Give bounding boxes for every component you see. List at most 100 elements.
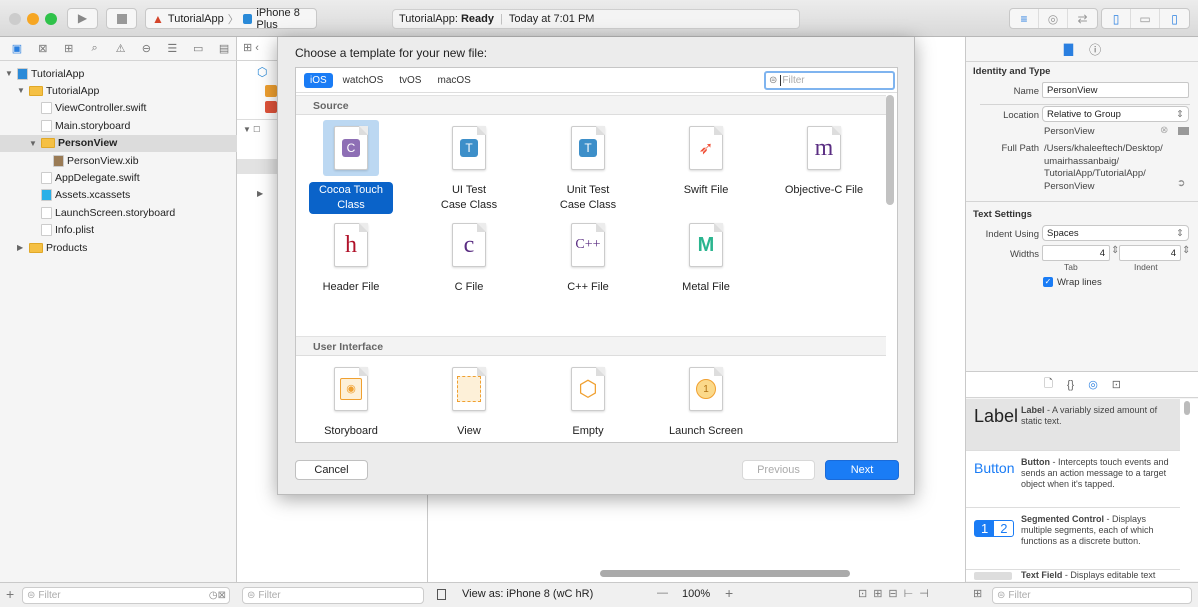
library-item[interactable]: 1 2 Segmented Control - Displays multiple … [966,508,1180,570]
object-library-icon[interactable]: ◎ [1088,378,1098,391]
tree-item[interactable]: PersonView.xib [0,152,237,169]
template-item[interactable]: ➶ Swift File [651,120,761,199]
indent-stepper[interactable]: ⇕ [1182,245,1190,256]
folder-icon[interactable]: ▣ [4,42,30,55]
platform-tab-tvos[interactable]: tvOS [393,73,427,88]
navigator-filter-input[interactable]: ⊜ Filter ◷⊠ [22,587,230,604]
template-item[interactable]: T UI Test Case Class [414,120,524,214]
template-item[interactable]: c C File [414,217,524,296]
debug-icon[interactable]: ☰ [159,42,185,55]
disclosure-triangle[interactable]: ▼ [29,139,38,148]
tree-item[interactable]: Info.plist [0,222,237,239]
template-item[interactable]: C++ C++ File [533,217,643,296]
stepper-icon: ⇕ [1176,109,1184,120]
library-scrollbar[interactable] [1184,401,1190,415]
previous-button[interactable]: Previous [742,460,815,480]
assistant-editor-icon[interactable]: ◎ [1039,9,1068,28]
report-icon[interactable]: ▤ [211,42,237,55]
template-item[interactable]: T Unit Test Case Class [533,120,643,214]
template-item[interactable]: C Cocoa Touch Class [296,120,406,214]
disclosure-triangle[interactable]: ▼ [5,69,14,78]
template-item[interactable]: M Metal File [651,217,761,296]
library-item[interactable]: Text Field - Displays editable text [966,570,1180,581]
tree-item[interactable]: ▼ PersonView [0,134,237,152]
library-filter-input[interactable]: ⊜ Filter [992,587,1192,604]
grid-view-icon[interactable]: ⊞ [973,587,982,600]
template-item[interactable]: h Header File [296,217,406,296]
template-scrollbar[interactable] [886,95,894,205]
indent-using-select[interactable]: Spaces ⇕ [1042,225,1189,241]
disclosure-triangle[interactable]: ▶ [257,189,263,198]
reveal-arrow-icon[interactable]: ➲ [1177,178,1185,189]
disclosure-triangle[interactable]: ▶ [17,243,26,252]
file-template-icon[interactable]: 🗋 [1044,375,1053,394]
template-icon: ⬡ [560,361,616,417]
editor-mode-control[interactable]: ≡ ◎ ⇄ [1009,8,1098,29]
platform-tab-macos[interactable]: macOS [431,73,476,88]
document-outline-toggle-icon[interactable] [437,589,446,600]
cancel-button[interactable]: Cancel [295,460,368,480]
recent-files-icon[interactable]: ◷⊠ [209,590,229,601]
library-item[interactable]: Button Button - Intercepts touch events a… [966,451,1180,508]
scheme-selector[interactable]: ▲ TutorialApp 〉 iPhone 8 Plus [145,6,317,31]
template-item[interactable]: ⬡ Empty [533,361,643,440]
media-library-icon[interactable]: ⊡ [1112,378,1121,391]
fullpath-label: Full Path [1001,143,1040,154]
folder-icon[interactable] [1178,127,1189,135]
disclosure-triangle[interactable]: ▼ [17,86,26,95]
close-window-button[interactable] [9,13,21,25]
wrap-lines-checkbox[interactable]: ✓ [1043,277,1053,287]
outline-filter-input[interactable]: ⊜ Filter [242,587,424,604]
help-icon[interactable]: ⓘ [1089,41,1101,58]
zoom-window-button[interactable] [45,13,57,25]
scheme-device: iPhone 8 Plus [256,6,300,31]
clear-icon[interactable]: ⊗ [1160,125,1168,136]
layout-tools-icons[interactable]: ⊡⊞⊟⊢⊣ [858,587,935,600]
navigator-toggle-icon[interactable]: ▯ [1102,9,1131,28]
view-as-device[interactable]: View as: iPhone 8 (wC hR) [462,588,593,600]
template-item[interactable]: m Objective-C File [769,120,879,199]
tree-item[interactable]: Assets.xcassets [0,187,237,204]
version-editor-icon[interactable]: ⇄ [1068,9,1097,28]
template-item[interactable]: ◉ Storyboard [296,361,406,440]
minimize-window-button[interactable] [27,13,39,25]
tree-item[interactable]: ▼ TutorialApp [0,82,237,99]
platform-tab-watchos[interactable]: watchOS [337,73,390,88]
disclosure-triangle[interactable]: ▼ ☐ [243,125,260,134]
zoom-in-button[interactable]: + [725,585,733,601]
source-control-icon[interactable]: ⊠ [30,42,56,55]
code-snippet-icon[interactable]: {} [1067,379,1074,391]
indent-width-field[interactable]: 4 [1119,245,1181,261]
tree-item[interactable]: ▼ TutorialApp [0,65,237,82]
name-field[interactable]: PersonView [1042,82,1189,98]
stop-button[interactable] [106,8,137,29]
symbol-icon[interactable]: ⊞ [56,42,82,55]
tree-item[interactable]: LaunchScreen.storyboard [0,204,237,221]
debug-area-toggle-icon[interactable]: ▭ [1131,9,1160,28]
inspector-toggle-icon[interactable]: ▯ [1160,9,1189,28]
tree-item[interactable]: ViewController.swift [0,100,237,117]
panel-toggle-control[interactable]: ▯ ▭ ▯ [1101,8,1190,29]
location-select[interactable]: Relative to Group ⇕ [1042,106,1189,122]
library-item[interactable]: Label Label - A variably sized amount of … [966,399,1180,451]
template-item[interactable]: View [414,361,524,440]
standard-editor-icon[interactable]: ≡ [1010,9,1039,28]
next-button[interactable]: Next [825,460,899,480]
platform-tab-ios[interactable]: iOS [304,72,333,88]
add-icon[interactable]: + [6,586,14,602]
tree-item[interactable]: AppDelegate.swift [0,169,237,186]
template-item[interactable]: 1 Launch Screen [651,361,761,440]
zoom-out-button[interactable]: — [657,587,668,599]
template-icon: ➶ [678,120,734,176]
horizontal-scrollbar[interactable] [600,570,850,577]
tab-width-field[interactable]: 4 [1042,245,1110,261]
test-icon[interactable]: ⊖ [133,42,159,55]
template-filter-input[interactable]: ⊜ Filter [764,71,895,90]
run-button[interactable]: ▶ [67,8,98,29]
tree-item[interactable]: ▶ Products [0,239,237,256]
file-inspector-icon[interactable]: ▇ [1064,42,1073,56]
breakpoint-icon[interactable]: ▭ [185,42,211,55]
warning-icon[interactable]: ⚠ [108,42,134,55]
tree-item[interactable]: Main.storyboard [0,117,237,134]
search-icon[interactable]: ⌕ [82,42,108,55]
